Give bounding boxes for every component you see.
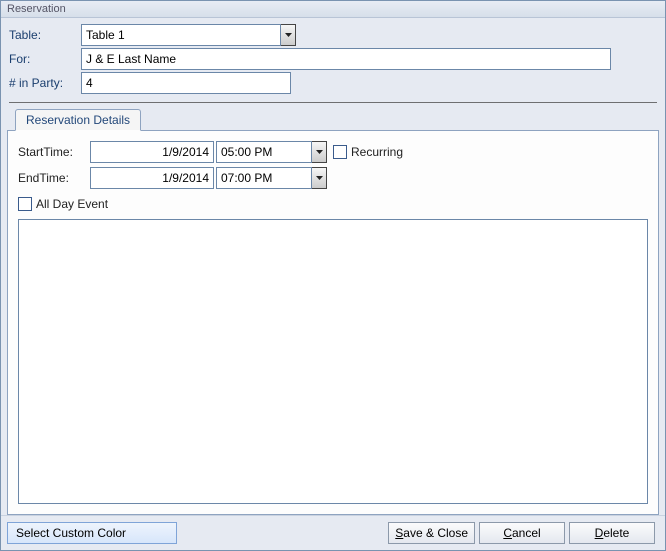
end-date-input[interactable] bbox=[90, 167, 214, 189]
end-time-input[interactable] bbox=[216, 167, 312, 189]
delete-button[interactable]: Delete bbox=[569, 522, 655, 544]
start-time-label: StartTime: bbox=[18, 145, 90, 159]
table-input[interactable] bbox=[81, 24, 281, 46]
start-time-combo[interactable] bbox=[216, 141, 327, 163]
recurring-label: Recurring bbox=[351, 145, 403, 159]
party-input[interactable] bbox=[81, 72, 291, 94]
notes-textarea[interactable] bbox=[18, 219, 648, 504]
table-dropdown-icon[interactable] bbox=[281, 24, 296, 46]
start-date-input[interactable] bbox=[90, 141, 214, 163]
for-label: For: bbox=[9, 52, 81, 66]
all-day-checkbox[interactable] bbox=[18, 197, 32, 211]
end-time-label: EndTime: bbox=[18, 171, 90, 185]
reservation-window: Reservation Table: For: # in Party: Rese… bbox=[0, 0, 666, 551]
for-input[interactable] bbox=[81, 48, 611, 70]
save-and-close-button[interactable]: Save & Close bbox=[388, 522, 475, 544]
party-label: # in Party: bbox=[9, 76, 81, 90]
cancel-button[interactable]: Cancel bbox=[479, 522, 565, 544]
divider bbox=[9, 102, 657, 103]
tab-reservation-details[interactable]: Reservation Details bbox=[15, 109, 141, 131]
recurring-checkbox[interactable] bbox=[333, 145, 347, 159]
table-label: Table: bbox=[9, 28, 81, 42]
tabs: Reservation Details StartTime: Recurring… bbox=[7, 109, 659, 515]
start-time-dropdown-icon[interactable] bbox=[312, 141, 327, 163]
header-form: Table: For: # in Party: bbox=[1, 18, 665, 98]
select-custom-color-button[interactable]: Select Custom Color bbox=[7, 522, 177, 544]
footer: Select Custom Color Save & Close Cancel … bbox=[1, 515, 665, 550]
end-time-dropdown-icon[interactable] bbox=[312, 167, 327, 189]
start-time-input[interactable] bbox=[216, 141, 312, 163]
table-combo[interactable] bbox=[81, 24, 296, 46]
window-title: Reservation bbox=[1, 1, 665, 18]
all-day-label: All Day Event bbox=[36, 197, 108, 211]
end-time-combo[interactable] bbox=[216, 167, 327, 189]
tab-body: StartTime: Recurring EndTime: bbox=[7, 130, 659, 515]
spacer bbox=[181, 522, 388, 544]
